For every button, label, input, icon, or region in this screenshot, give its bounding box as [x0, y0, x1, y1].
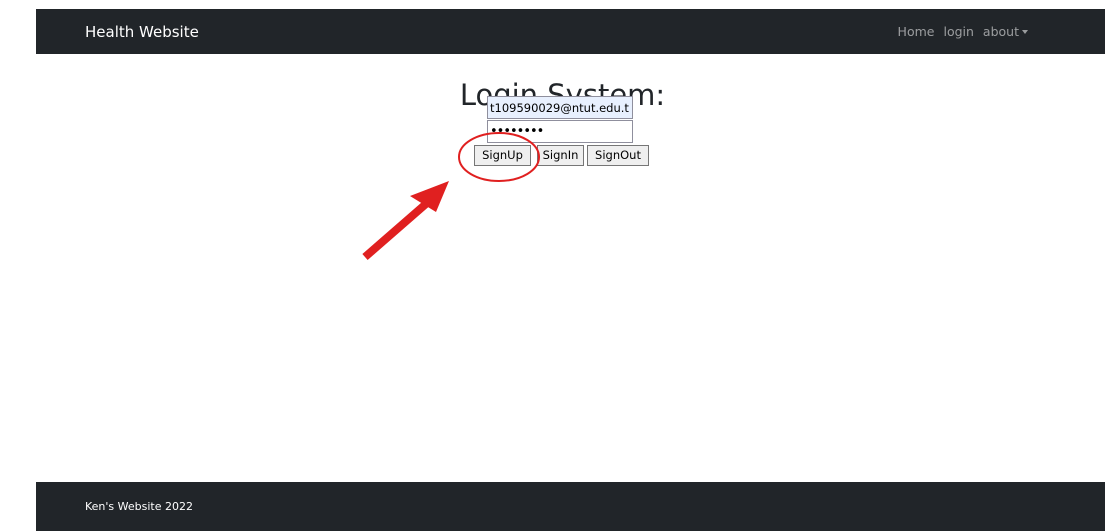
footer-text: Ken's Website 2022	[85, 500, 193, 513]
brand-link[interactable]: Health Website	[85, 22, 199, 42]
navbar: Health Website Home login about	[36, 9, 1105, 54]
nav-dropdown-about-label: about	[982, 24, 1019, 39]
signup-button[interactable]: SignUp	[474, 145, 531, 166]
top-gap	[0, 0, 1105, 9]
arrow-icon	[410, 181, 449, 212]
nav-link-login[interactable]: login	[943, 24, 973, 40]
email-field[interactable]	[487, 96, 633, 119]
nav-links: Home login about	[898, 24, 1028, 40]
signout-button[interactable]: SignOut	[587, 145, 649, 166]
nav-link-home[interactable]: Home	[898, 24, 935, 40]
footer: Ken's Website 2022	[36, 482, 1105, 531]
signin-button[interactable]: SignIn	[537, 145, 584, 166]
page: Health Website Home login about Login Sy…	[0, 0, 1105, 531]
password-field[interactable]	[487, 120, 633, 143]
arrow-shaft	[362, 199, 430, 261]
nav-dropdown-about[interactable]: about	[983, 24, 1028, 40]
caret-down-icon	[1022, 29, 1028, 34]
